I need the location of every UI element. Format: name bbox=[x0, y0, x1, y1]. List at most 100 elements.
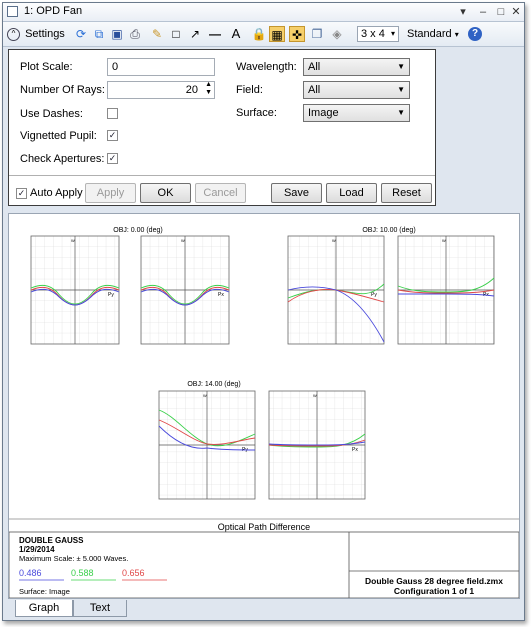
spin-arrows-icon: ▲ ▼ bbox=[205, 81, 212, 96]
px-axis-label: Px bbox=[218, 292, 224, 298]
auto-apply-checkbox[interactable]: ✓ bbox=[16, 188, 27, 199]
save-button[interactable]: Save bbox=[271, 183, 322, 203]
divider bbox=[9, 175, 435, 176]
lock-icon[interactable]: 🔒 bbox=[251, 26, 267, 42]
text-icon[interactable]: A bbox=[228, 26, 244, 42]
windows-icon[interactable]: ❐ bbox=[309, 26, 325, 42]
w-axis-label: W bbox=[203, 393, 207, 398]
settings-panel: Plot Scale: 0 Number Of Rays: 20 ▲ ▼ Use … bbox=[8, 49, 436, 206]
save-disk-icon[interactable]: ▣ bbox=[109, 26, 125, 42]
w-axis-label: W bbox=[313, 393, 317, 398]
surface-select[interactable]: Image ▼ bbox=[303, 104, 410, 122]
field1-title: OBJ: 0.00 (deg) bbox=[113, 227, 162, 234]
check-apertures-label: Check Apertures: bbox=[20, 153, 105, 165]
use-dashes-label: Use Dashes: bbox=[20, 108, 83, 120]
opd-fan-plot: OBJ: 0.00 (deg) Py W Px W OBJ: 10.00 (de… bbox=[8, 227, 520, 599]
load-button[interactable]: Load bbox=[326, 183, 377, 203]
chevron-down-icon: ▼ bbox=[397, 85, 405, 94]
w-axis-label: W bbox=[71, 238, 75, 243]
window-title: 1: OPD Fan bbox=[24, 5, 83, 17]
graph-area: OBJ: 0.00 (deg) Py W Px W OBJ: 10.00 (de… bbox=[8, 213, 520, 599]
field-value: All bbox=[308, 84, 321, 96]
wavelength-value: All bbox=[308, 61, 321, 73]
window-menu-chevron-icon[interactable]: ▾ bbox=[455, 4, 471, 20]
settings-toggle[interactable]: ^ Settings bbox=[7, 25, 65, 43]
window-app-icon bbox=[7, 6, 18, 17]
wavelength-3: 0.656 bbox=[122, 568, 145, 578]
field2-title: OBJ: 10.00 (deg) bbox=[362, 227, 415, 234]
collapse-chevron-icon: ^ bbox=[7, 27, 20, 41]
cancel-button[interactable]: Cancel bbox=[195, 183, 246, 203]
arrow-icon[interactable]: ↗ bbox=[187, 26, 203, 42]
use-dashes-checkbox[interactable] bbox=[107, 108, 118, 119]
num-rays-stepper[interactable]: 20 ▲ ▼ bbox=[107, 81, 215, 99]
tab-text[interactable]: Text bbox=[73, 600, 127, 617]
chevron-down-icon: ▾ bbox=[390, 29, 395, 38]
num-rays-label: Number Of Rays: bbox=[20, 84, 105, 96]
w-axis-label: W bbox=[442, 238, 446, 243]
surface-value: Image bbox=[308, 107, 339, 119]
footer-title: Optical Path Difference bbox=[218, 522, 310, 532]
field1-tangential-plot: Py W bbox=[30, 235, 120, 345]
layout-dropdown[interactable]: 3 x 4 ▾ bbox=[357, 26, 399, 42]
chevron-down-icon: ▼ bbox=[397, 108, 405, 117]
wavelength-2: 0.588 bbox=[71, 568, 94, 578]
reset-button[interactable]: Reset bbox=[381, 183, 432, 203]
tab-graph[interactable]: Graph bbox=[15, 600, 73, 617]
rectangle-icon[interactable]: □ bbox=[168, 26, 184, 42]
apply-button[interactable]: Apply bbox=[85, 183, 136, 203]
help-icon[interactable]: ? bbox=[468, 27, 482, 41]
surface-label: Surface: bbox=[236, 107, 277, 119]
max-scale: Maximum Scale: ± 5.000 Waves. bbox=[19, 554, 128, 563]
w-axis-label: W bbox=[332, 238, 336, 243]
refresh-icon[interactable]: ⟳ bbox=[73, 26, 89, 42]
line-icon[interactable]: — bbox=[207, 26, 223, 42]
close-button[interactable]: ✕ bbox=[508, 4, 524, 20]
plot-scale-input[interactable]: 0 bbox=[107, 58, 215, 76]
field2-sagittal-plot: Px W bbox=[397, 235, 495, 345]
field3-title: OBJ: 14.00 (deg) bbox=[187, 381, 240, 388]
title-bar: 1: OPD Fan ▾ – □ ✕ bbox=[3, 3, 524, 22]
num-rays-value: 20 bbox=[185, 84, 198, 96]
configuration: Configuration 1 of 1 bbox=[394, 586, 475, 596]
layers-icon[interactable]: ◈ bbox=[329, 26, 345, 42]
copy-icon[interactable]: ⧉ bbox=[91, 26, 107, 42]
wavelength-1: 0.486 bbox=[19, 568, 42, 578]
chevron-down-icon: ▾ bbox=[454, 30, 459, 39]
layout-value: 3 x 4 bbox=[361, 28, 385, 40]
field1-sagittal-plot: Px W bbox=[140, 235, 230, 345]
field3-sagittal-plot: Px W bbox=[268, 390, 366, 500]
opd-fan-window: 1: OPD Fan ▾ – □ ✕ ^ Settings ⟳ ⧉ ▣ ⎙ ✎ … bbox=[2, 2, 525, 621]
grid-layout-icon[interactable]: ▦ bbox=[269, 26, 285, 42]
vignetted-pupil-label: Vignetted Pupil: bbox=[20, 130, 97, 142]
field2-tangential-plot: Py W bbox=[287, 235, 385, 345]
settings-label: Settings bbox=[25, 28, 65, 40]
w-axis-label: W bbox=[181, 238, 185, 243]
py-axis-label: Py bbox=[371, 292, 377, 298]
toolbar: ^ Settings ⟳ ⧉ ▣ ⎙ ✎ □ ↗ — A 🔒 ▦ ✜ ❐ ◈ 3… bbox=[3, 22, 524, 47]
py-axis-label: Py bbox=[108, 292, 114, 298]
vignetted-pupil-checkbox[interactable]: ✓ bbox=[107, 130, 118, 141]
file-name: Double Gauss 28 degree field.zmx bbox=[365, 576, 503, 586]
surface-info: Surface: Image bbox=[19, 587, 70, 596]
ok-button[interactable]: OK bbox=[140, 183, 191, 203]
fit-icon[interactable]: ✜ bbox=[289, 26, 305, 42]
pencil-icon[interactable]: ✎ bbox=[149, 26, 165, 42]
plot-scale-label: Plot Scale: bbox=[20, 61, 73, 73]
field-select[interactable]: All ▼ bbox=[303, 81, 410, 99]
field3-tangential-plot: Py W bbox=[158, 390, 256, 500]
standard-label: Standard bbox=[407, 28, 452, 40]
lens-date: 1/29/2014 bbox=[19, 545, 55, 554]
chevron-down-icon: ▼ bbox=[397, 62, 405, 71]
print-icon[interactable]: ⎙ bbox=[127, 26, 143, 42]
minimize-button[interactable]: – bbox=[475, 4, 491, 20]
check-apertures-checkbox[interactable]: ✓ bbox=[107, 153, 118, 164]
lens-name: DOUBLE GAUSS bbox=[19, 536, 84, 545]
wavelength-label: Wavelength: bbox=[236, 61, 297, 73]
px-axis-label: Px bbox=[352, 447, 358, 453]
standard-dropdown[interactable]: Standard ▾ bbox=[407, 26, 459, 44]
auto-apply-label: Auto Apply bbox=[30, 187, 83, 199]
restore-button[interactable]: □ bbox=[493, 4, 509, 20]
wavelength-select[interactable]: All ▼ bbox=[303, 58, 410, 76]
view-tabs: Graph Text bbox=[3, 600, 524, 620]
